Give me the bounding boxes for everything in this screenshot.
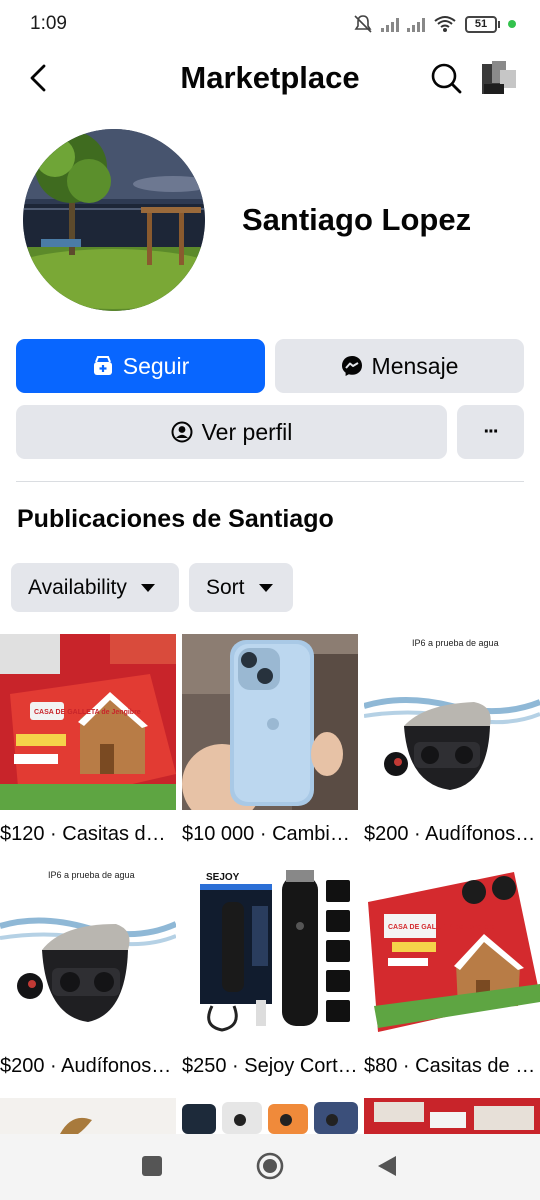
system-navigation-bar bbox=[0, 1134, 540, 1200]
listing-image-iphone bbox=[182, 634, 358, 810]
listing-image-earbuds: IP6 a prueba de agua bbox=[364, 634, 540, 810]
view-profile-button[interactable]: Ver perfil bbox=[16, 405, 447, 459]
message-button-label: Mensaje bbox=[371, 352, 459, 379]
signal-icon bbox=[381, 16, 399, 32]
account-avatar[interactable] bbox=[478, 58, 518, 98]
follow-button-label: Seguir bbox=[122, 352, 190, 379]
caret-down-icon bbox=[258, 583, 273, 592]
more-options-icon: ··· bbox=[483, 420, 500, 443]
earbuds-banner-text: IP6 a prueba de agua bbox=[412, 638, 499, 648]
follow-store-icon bbox=[93, 356, 112, 375]
search-icon[interactable] bbox=[430, 62, 462, 94]
listing-image-clipper: SEJOY bbox=[182, 866, 358, 1042]
clipper-brand-text: SEJOY bbox=[206, 872, 240, 883]
availability-filter[interactable]: Availability bbox=[11, 563, 179, 612]
home-icon[interactable] bbox=[256, 1152, 284, 1180]
privacy-indicator bbox=[508, 20, 516, 28]
listing-card[interactable] bbox=[0, 1098, 176, 1134]
user-circle-icon bbox=[171, 421, 193, 443]
listing-image-gingerbread: CASA DE GALLETA de Jengibre bbox=[364, 866, 540, 1042]
header: Marketplace bbox=[0, 50, 540, 106]
message-button[interactable]: Mensaje bbox=[275, 339, 524, 393]
listing-card[interactable]: IP6 a prueba de agua $200 · Audífonos in… bbox=[364, 634, 540, 846]
listing-card[interactable] bbox=[364, 1098, 540, 1134]
listing-image-gingerbread: CASA DE GALLETA de Jengibre bbox=[0, 634, 176, 810]
listing-title: $120 · Casitas de galleta de jengibre bbox=[0, 823, 176, 845]
listing-card[interactable] bbox=[182, 1098, 358, 1134]
recent-apps-icon[interactable] bbox=[142, 1156, 162, 1176]
earbuds-banner-text: IP6 a prueba de agua bbox=[48, 870, 135, 880]
listing-card[interactable]: CASA DE GALLETA de Jengibre $120 · Casit… bbox=[0, 634, 176, 846]
listing-card[interactable]: IP6 a prueba de agua $200 · Audífonos in… bbox=[0, 866, 176, 1078]
divider bbox=[16, 481, 524, 482]
follow-button[interactable]: Seguir bbox=[16, 339, 265, 393]
wifi-icon bbox=[434, 16, 456, 32]
listing-image-earbuds: IP6 a prueba de agua bbox=[0, 866, 176, 1042]
gingerbread-box-text: CASA DE GALLETA de Jengibre bbox=[388, 924, 495, 931]
listing-card[interactable]: CASA DE GALLETA de Jengibre $80 · Casita… bbox=[364, 866, 540, 1078]
battery-icon: 51 bbox=[465, 15, 500, 33]
listing-title: $200 · Audífonos inalámbricos bbox=[364, 823, 540, 845]
sort-filter-label: Sort bbox=[206, 575, 245, 599]
listing-card[interactable]: SEJOY $250 · Sejoy Cortadora de cabello bbox=[182, 866, 358, 1078]
battery-level: 51 bbox=[465, 15, 497, 33]
status-bar: 1:09 51 bbox=[0, 0, 540, 50]
listing-title: $10 000 · Cambio iPhone bbox=[182, 823, 358, 845]
profile-name: Santiago Lopez bbox=[242, 202, 472, 237]
more-options-button[interactable]: ··· bbox=[457, 405, 524, 459]
section-title: Publicaciones de Santiago bbox=[17, 505, 334, 533]
availability-filter-label: Availability bbox=[28, 575, 127, 599]
view-profile-label: Ver perfil bbox=[201, 418, 293, 445]
caret-down-icon bbox=[140, 583, 155, 592]
listing-title: $200 · Audífonos inalámbricos bbox=[0, 1055, 176, 1077]
sort-filter[interactable]: Sort bbox=[189, 563, 293, 612]
signal-icon bbox=[407, 16, 425, 32]
status-time: 1:09 bbox=[30, 13, 67, 34]
gingerbread-box-text: CASA DE GALLETA de Jengibre bbox=[34, 709, 141, 716]
status-icons: 51 bbox=[353, 14, 516, 34]
profile-photo[interactable] bbox=[23, 129, 205, 311]
listing-title: $250 · Sejoy Cortadora de cabello bbox=[182, 1055, 358, 1077]
nav-back-icon[interactable] bbox=[376, 1154, 398, 1178]
messenger-icon bbox=[341, 356, 362, 376]
listing-card[interactable]: $10 000 · Cambio iPhone bbox=[182, 634, 358, 846]
listing-title: $80 · Casitas de galleta de jengibre bbox=[364, 1055, 540, 1077]
mute-bell-icon bbox=[354, 15, 372, 33]
